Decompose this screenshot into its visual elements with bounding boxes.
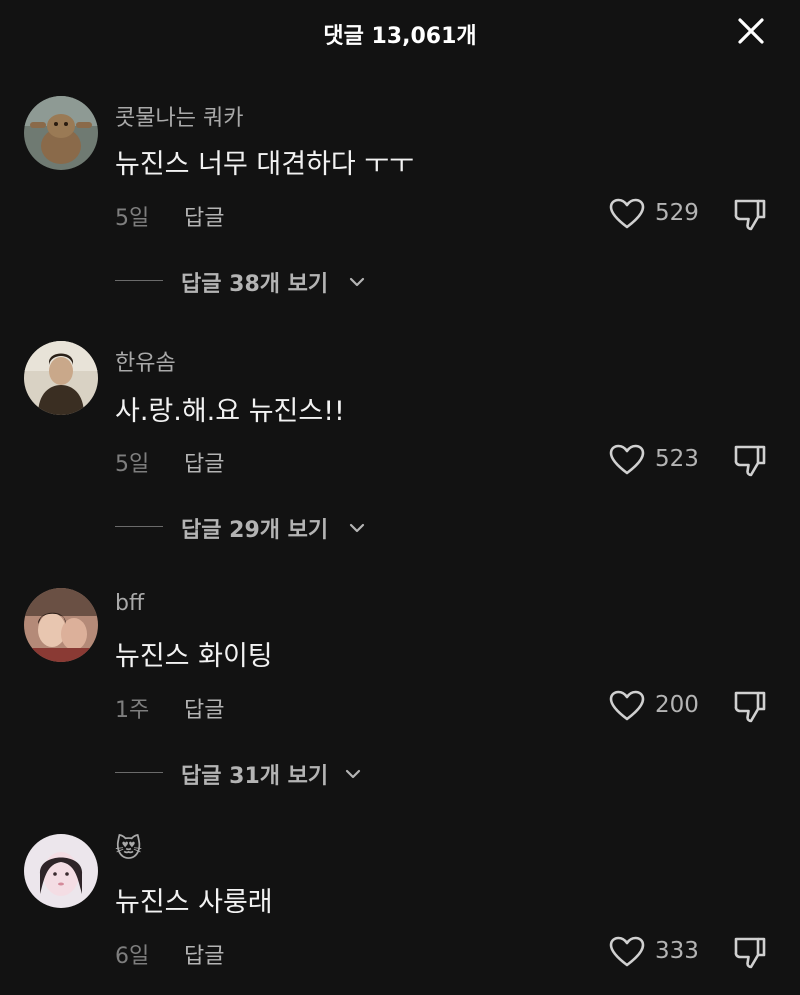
view-replies-label: 답글 38개 보기 [181, 272, 329, 297]
comment-username[interactable]: 콧물나는 쿼카 [115, 100, 243, 132]
heart-outline-icon[interactable] [609, 198, 645, 230]
close-button[interactable] [734, 14, 768, 48]
reply-button[interactable]: 답글 [184, 446, 224, 478]
view-replies-button[interactable]: 답글 31개 보기 [115, 758, 375, 789]
comment-username[interactable]: bff [115, 591, 144, 616]
avatar[interactable] [24, 341, 98, 415]
thumbs-down-outline-icon[interactable] [732, 196, 768, 232]
comments-title: 댓글 13,061개 [323, 24, 477, 49]
view-replies-label: 답글 29개 보기 [181, 518, 329, 543]
view-replies-button[interactable]: 답글 29개 보기 [115, 512, 375, 543]
divider-line [115, 772, 163, 773]
heart-eyes-cat-emoji: 😻 [115, 834, 143, 864]
view-replies-button[interactable]: 답글 38개 보기 [115, 266, 375, 297]
like-count: 333 [655, 938, 699, 964]
chevron-down-icon [349, 277, 365, 287]
comment-username[interactable]: 한유솜 [115, 345, 176, 377]
comment-timestamp: 1주 [115, 698, 150, 723]
comment-username[interactable]: 😻 [115, 834, 142, 864]
comment-text: 사.랑.해.요 뉴진스!! [115, 396, 345, 427]
avatar[interactable] [24, 96, 98, 170]
comment-text: 뉴진스 사룽래 [115, 887, 273, 918]
like-count: 529 [655, 200, 699, 226]
comment-text: 뉴진스 너무 대견하다 ㅜㅜ [115, 149, 414, 180]
chevron-down-icon [349, 523, 365, 533]
heart-outline-icon[interactable] [609, 936, 645, 968]
heart-outline-icon[interactable] [609, 690, 645, 722]
divider-line [115, 280, 163, 281]
comment-timestamp: 6일 [115, 944, 150, 969]
avatar[interactable] [24, 588, 98, 662]
view-replies-label: 답글 31개 보기 [181, 764, 329, 789]
reply-button[interactable]: 답글 [184, 200, 224, 232]
comments-header: 댓글 13,061개 [0, 0, 800, 64]
avatar[interactable] [24, 834, 98, 908]
divider-line [115, 526, 163, 527]
heart-outline-icon[interactable] [609, 444, 645, 476]
like-count: 523 [655, 446, 699, 472]
comment-timestamp: 5일 [115, 206, 150, 231]
thumbs-down-outline-icon[interactable] [732, 688, 768, 724]
reply-button[interactable]: 답글 [184, 938, 224, 970]
like-count: 200 [655, 692, 699, 718]
comment-text: 뉴진스 화이팅 [115, 641, 273, 672]
chevron-down-icon [345, 769, 361, 779]
comment-timestamp: 5일 [115, 452, 150, 477]
thumbs-down-outline-icon[interactable] [732, 934, 768, 970]
thumbs-down-outline-icon[interactable] [732, 442, 768, 478]
close-icon [738, 18, 764, 44]
reply-button[interactable]: 답글 [184, 692, 224, 724]
